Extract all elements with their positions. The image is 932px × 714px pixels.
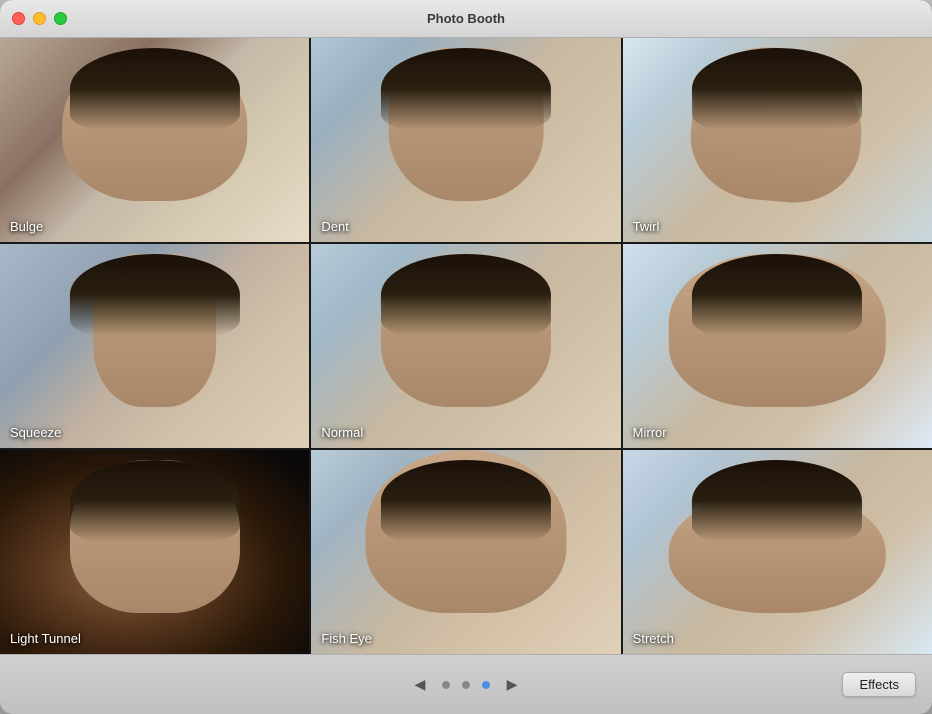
- effect-label-fisheye: Fish Eye: [321, 631, 372, 646]
- page-dot-1[interactable]: [442, 681, 450, 689]
- effect-squeeze[interactable]: Squeeze: [0, 244, 309, 448]
- effect-normal[interactable]: Normal: [311, 244, 620, 448]
- window-title: Photo Booth: [427, 11, 505, 26]
- photo-bg-normal: [311, 244, 620, 448]
- effect-label-stretch: Stretch: [633, 631, 674, 646]
- traffic-lights: [12, 12, 67, 25]
- effects-button[interactable]: Effects: [842, 672, 916, 697]
- photo-bg-squeeze: [0, 244, 309, 448]
- effect-mirror[interactable]: Mirror: [623, 244, 932, 448]
- effect-twirl[interactable]: Twirl: [623, 38, 932, 242]
- effect-fisheye[interactable]: Fish Eye: [311, 450, 620, 654]
- photo-bg-mirror: [623, 244, 932, 448]
- effect-stretch[interactable]: Stretch: [623, 450, 932, 654]
- effect-label-normal: Normal: [321, 425, 363, 440]
- pagination: ◀ ▶: [410, 675, 522, 695]
- prev-arrow[interactable]: ◀: [410, 675, 430, 695]
- app-window: Photo Booth Bulge Dent Twirl Squeeze: [0, 0, 932, 714]
- photo-bg-fisheye: [311, 450, 620, 654]
- minimize-button[interactable]: [33, 12, 46, 25]
- effect-label-twirl: Twirl: [633, 219, 660, 234]
- effect-label-dent: Dent: [321, 219, 348, 234]
- bottom-bar: ◀ ▶ Effects: [0, 654, 932, 714]
- photo-bg-bulge: [0, 38, 309, 242]
- effect-dent[interactable]: Dent: [311, 38, 620, 242]
- effect-label-mirror: Mirror: [633, 425, 667, 440]
- photo-bg-tunnel: [0, 450, 309, 654]
- effects-grid: Bulge Dent Twirl Squeeze Normal Mirror: [0, 38, 932, 654]
- photo-bg-dent: [311, 38, 620, 242]
- effect-tunnel[interactable]: Light Tunnel: [0, 450, 309, 654]
- effect-label-bulge: Bulge: [10, 219, 43, 234]
- effect-label-tunnel: Light Tunnel: [10, 631, 81, 646]
- titlebar: Photo Booth: [0, 0, 932, 38]
- next-arrow[interactable]: ▶: [502, 675, 522, 695]
- photo-bg-stretch: [623, 450, 932, 654]
- page-dot-2[interactable]: [462, 681, 470, 689]
- effect-label-squeeze: Squeeze: [10, 425, 61, 440]
- photo-bg-twirl: [623, 38, 932, 242]
- effect-bulge[interactable]: Bulge: [0, 38, 309, 242]
- page-dot-3[interactable]: [482, 681, 490, 689]
- main-content: Bulge Dent Twirl Squeeze Normal Mirror: [0, 38, 932, 714]
- maximize-button[interactable]: [54, 12, 67, 25]
- close-button[interactable]: [12, 12, 25, 25]
